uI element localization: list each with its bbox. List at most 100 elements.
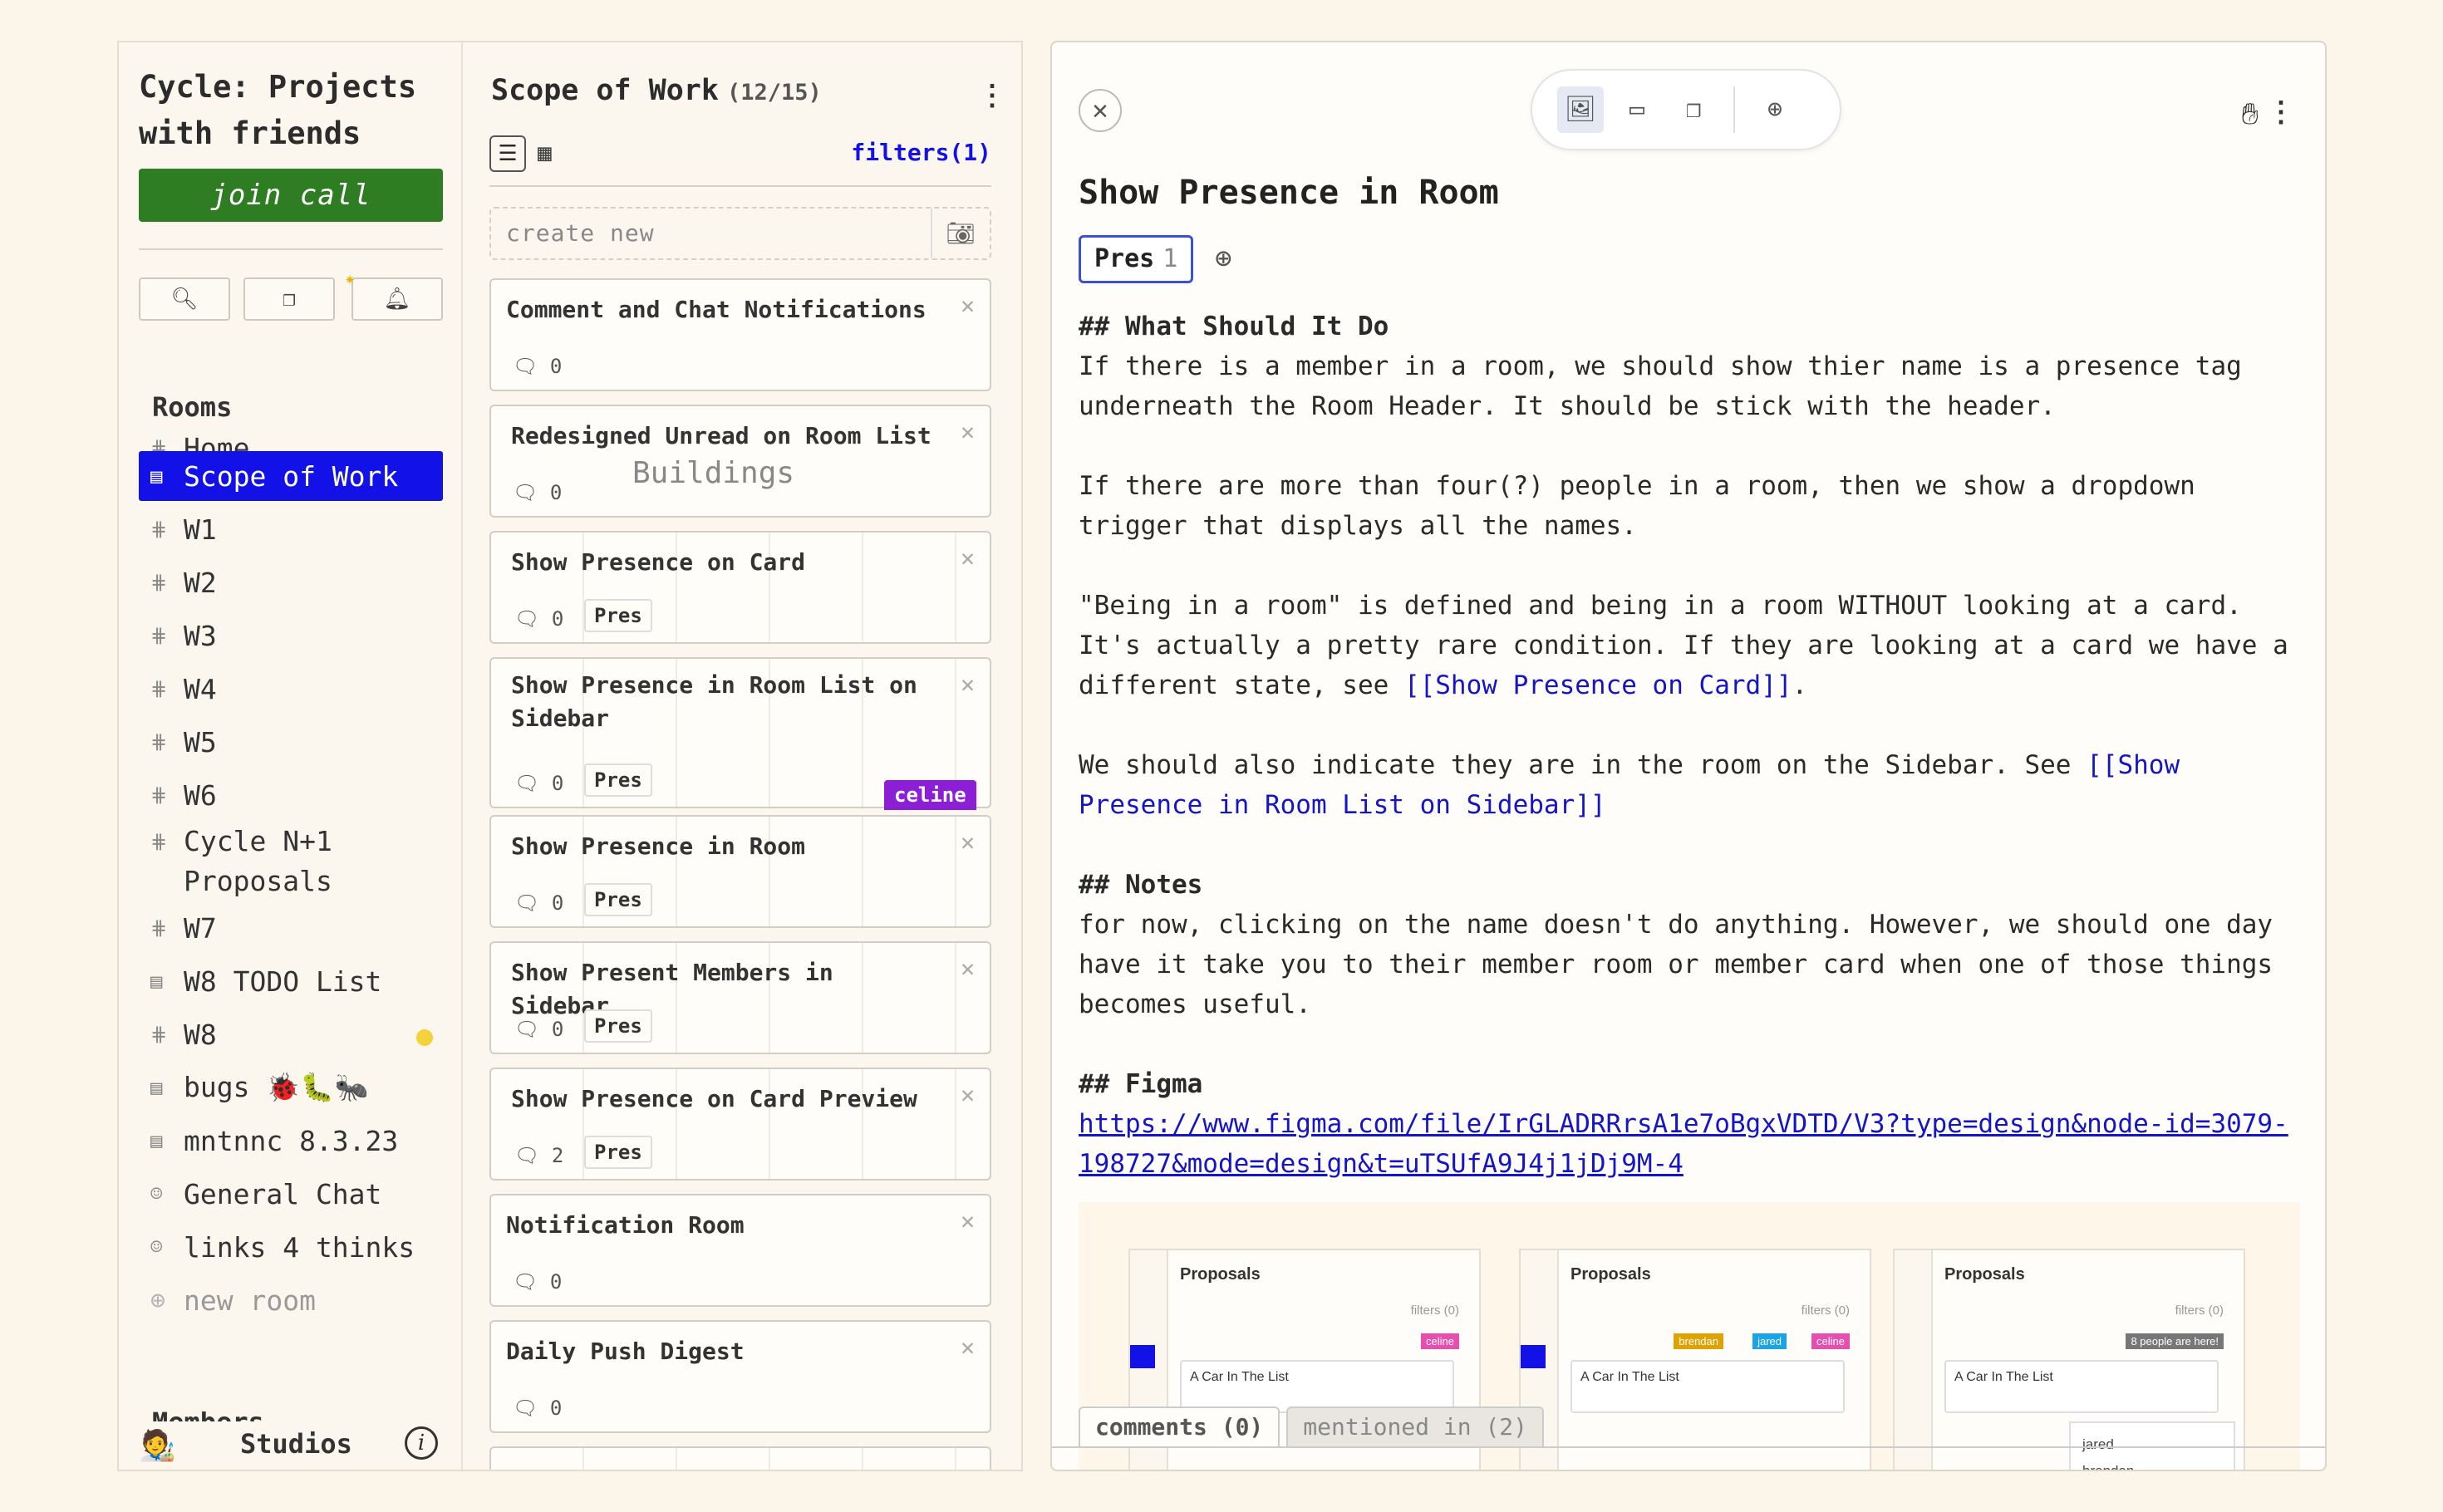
tab-mentioned-in[interactable]: mentioned in (2) <box>1286 1406 1545 1448</box>
close-icon[interactable]: ✕ <box>961 1333 975 1361</box>
unread-dot <box>416 1029 433 1046</box>
join-call-button[interactable]: join call <box>139 169 443 222</box>
presence-tag[interactable]: Pres <box>584 883 652 916</box>
body-paragraph <box>1079 705 2308 745</box>
comment-icon: 🗨︎ <box>514 1018 552 1041</box>
figma-panel-title: Proposals <box>1570 1265 1651 1284</box>
figma-link[interactable]: https://www.figma.com/file/IrGLADRRrsA1e… <box>1079 1109 2288 1179</box>
info-icon[interactable]: i <box>405 1426 438 1460</box>
image-icon[interactable]: 🖼︎ <box>1557 86 1604 133</box>
card-title: Daily Push Digest <box>506 1338 745 1365</box>
card-stack-icon[interactable]: ❐ <box>1670 86 1717 133</box>
figma-panel: Proposals filters (0) 8 people are here!… <box>1893 1249 2245 1470</box>
sidebar-item-scope-of-work[interactable]: ▤ Scope of Work <box>139 451 443 501</box>
board-view-icon[interactable]: ▦ <box>538 139 552 166</box>
plus-circle-icon: ⊕ <box>150 1285 166 1315</box>
comment-count-value: 0 <box>549 1270 563 1294</box>
comment-count: 🗨︎ 0 <box>513 1270 562 1294</box>
comment-icon: 🗨︎ <box>513 1397 550 1420</box>
card-list-column: Scope of Work (12/15) ⋮ ☰ ▦ filters(1) cr… <box>463 41 1023 1471</box>
card[interactable]: Notification Room ✕ 🗨︎ 0 <box>489 1194 991 1307</box>
hash-icon: ⋕ <box>150 730 168 754</box>
section-heading: ## What Should It Do <box>1079 312 1389 341</box>
card[interactable] <box>489 1446 991 1470</box>
studios-label[interactable]: Studios <box>240 1428 352 1460</box>
presence-tag[interactable]: Pres <box>584 1009 652 1043</box>
card-menu-icon[interactable]: ⋮ <box>2267 96 2295 129</box>
studio-avatar-icon[interactable]: 🧑‍🎨 <box>139 1428 176 1463</box>
sidebar-item-links-4-thinks[interactable]: ☺ links 4 thinks <box>139 1222 443 1272</box>
presence-tag[interactable]: Pres <box>584 599 652 632</box>
presence-tag[interactable]: Pres 1 <box>1079 235 1194 283</box>
comment-count: 🗨︎ 0 <box>514 891 563 915</box>
close-icon[interactable]: ✕ <box>961 670 975 698</box>
card[interactable]: Show Presence on Card ✕ 🗨︎ 0 Pres <box>489 531 991 644</box>
sidebar-item-w2[interactable]: ⋕ W2 <box>139 557 443 607</box>
detail-tabs: comments (0) mentioned in (2) <box>1079 1406 1545 1448</box>
figma-card: A Car In The List <box>1180 1360 1454 1413</box>
card-detail-title: Show Presence in Room <box>1079 174 1499 212</box>
add-tag-icon[interactable]: ⊕ <box>1215 242 1231 275</box>
sidebar-item-general-chat[interactable]: ☺ General Chat <box>139 1169 443 1219</box>
sidebar-item-bugs[interactable]: ▤ bugs 🐞🐛🐜 <box>139 1063 443 1112</box>
search-button[interactable]: 🔍︎ <box>139 277 230 321</box>
sidebar-item-mntnnc[interactable]: ▤ mntnnc 8.3.23 <box>139 1116 443 1166</box>
presence-tag[interactable]: Pres <box>584 763 652 797</box>
card[interactable]: Show Presence on Card Preview ✕ 🗨︎ 2 Pre… <box>489 1068 991 1181</box>
create-new-input[interactable]: create new 📷︎ <box>489 207 991 260</box>
filters-button[interactable]: filters(1) <box>851 139 991 166</box>
figma-filters: filters (0) <box>1410 1303 1459 1318</box>
notifications-button[interactable]: 🔔︎ <box>351 277 443 321</box>
card-icon[interactable]: ▭ <box>1614 86 1660 133</box>
new-room-button[interactable]: ⊕ new room <box>139 1275 443 1325</box>
sidebar-item-w7[interactable]: ⋕ W7 <box>139 903 443 953</box>
sidebar-item-w8-todo-list[interactable]: ▤ W8 TODO List <box>139 956 443 1006</box>
close-icon[interactable]: ✕ <box>1079 89 1122 132</box>
close-icon[interactable]: ✕ <box>961 828 975 856</box>
sidebar-divider <box>139 248 443 250</box>
sidebar-item-w4[interactable]: ⋕ W4 <box>139 664 443 714</box>
add-presence-icon[interactable]: ⊕ <box>1752 86 1798 133</box>
close-icon[interactable]: ✕ <box>961 544 975 572</box>
cards-button[interactable]: ❐ <box>243 277 335 321</box>
sidebar-item-label: W8 TODO List <box>184 965 382 998</box>
figma-panel-title: Proposals <box>1944 1265 2025 1284</box>
card[interactable]: Comment and Chat Notifications ✕ 🗨︎ 0 <box>489 278 991 391</box>
comment-count: 🗨︎ 0 <box>514 607 563 631</box>
sidebar-item-w1[interactable]: ⋕ W1 <box>139 504 443 554</box>
close-icon[interactable]: ✕ <box>961 955 975 982</box>
close-icon[interactable]: ✕ <box>961 292 975 319</box>
sidebar-item-w3[interactable]: ⋕ W3 <box>139 611 443 660</box>
room-menu-icon[interactable]: ⋮ <box>978 79 1006 112</box>
photo-upload-icon[interactable]: 📷︎ <box>931 209 976 258</box>
card-link[interactable]: [[Show Presence on Card]] <box>1404 670 1792 700</box>
figma-panel: Proposals filters (0) brendan jared celi… <box>1519 1249 1871 1470</box>
list-view-icon[interactable]: ☰ <box>489 135 526 172</box>
card[interactable]: Show Presence in Room ✕ 🗨︎ 0 Pres <box>489 815 991 928</box>
card-body[interactable]: ## What Should It Do If there is a member… <box>1079 307 2308 1184</box>
body-paragraph: ## What Should It Do <box>1079 307 2308 346</box>
sidebar-item-cycle-n1-proposals[interactable]: ⋕ Cycle N+1 Proposals <box>139 815 443 898</box>
tag-count: 1 <box>1163 244 1178 273</box>
tab-comments[interactable]: comments (0) <box>1079 1406 1280 1448</box>
card[interactable]: Show Present Members in Sidebar ✕ 🗨︎ 0 P… <box>489 941 991 1054</box>
sidebar-item-w5[interactable]: ⋕ W5 <box>139 717 443 767</box>
comment-count-value: 0 <box>551 772 564 795</box>
card[interactable]: Redesigned Unread on Room List ✕ Buildin… <box>489 405 991 518</box>
sidebar-item-label: mntnnc 8.3.23 <box>184 1124 399 1157</box>
section-heading: ## Figma <box>1079 1069 1203 1099</box>
body-text-segment: We should also indicate they are in the … <box>1079 750 2087 780</box>
body-paragraph: "Being in a room" is defined and being i… <box>1079 586 2308 705</box>
close-icon[interactable]: ✕ <box>961 1081 975 1108</box>
card-title: Show Presence on Card Preview <box>511 1085 917 1112</box>
close-icon[interactable]: ✕ <box>961 418 975 445</box>
comment-count: 🗨︎ 0 <box>513 1397 562 1420</box>
card[interactable]: Daily Push Digest ✕ 🗨︎ 0 <box>489 1320 991 1433</box>
hash-icon: ⋕ <box>150 916 168 940</box>
sidebar-item-w8[interactable]: ⋕ W8 <box>139 1009 443 1059</box>
figma-chip: brendan <box>1674 1333 1723 1349</box>
sidebar-item-w6[interactable]: ⋕ W6 <box>139 770 443 820</box>
presence-tag[interactable]: Pres <box>584 1136 652 1169</box>
close-icon[interactable]: ✕ <box>961 1207 975 1235</box>
hand-wave-icon[interactable]: ✋︎ <box>2241 97 2259 132</box>
